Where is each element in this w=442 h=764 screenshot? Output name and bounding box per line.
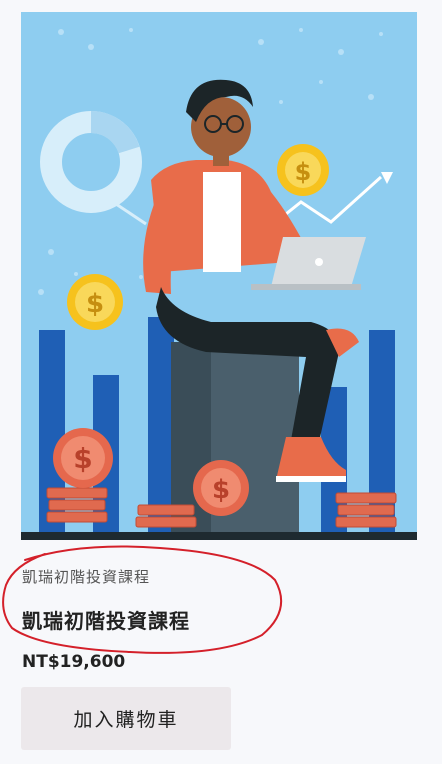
red-circle-annotation [2,545,283,654]
svg-text:$: $ [295,158,312,186]
add-to-cart-button[interactable]: 加入購物車 [21,687,231,750]
svg-text:$: $ [73,442,92,475]
product-card: $ $ $ $ 凱瑞初階投資課程 凱瑞初階投資課程 NT$19,600 加入購物… [0,0,442,764]
product-title[interactable]: 凱瑞初階投資課程 [22,605,190,634]
svg-text:$: $ [212,475,230,505]
investor-laptop-illustration-icon: $ $ $ $ [21,28,417,540]
product-subtitle: 凱瑞初階投資課程 [22,568,151,586]
product-price: NT$19,600 [22,652,126,672]
product-image[interactable]: $ $ $ $ [21,12,417,540]
svg-text:$: $ [86,289,104,319]
